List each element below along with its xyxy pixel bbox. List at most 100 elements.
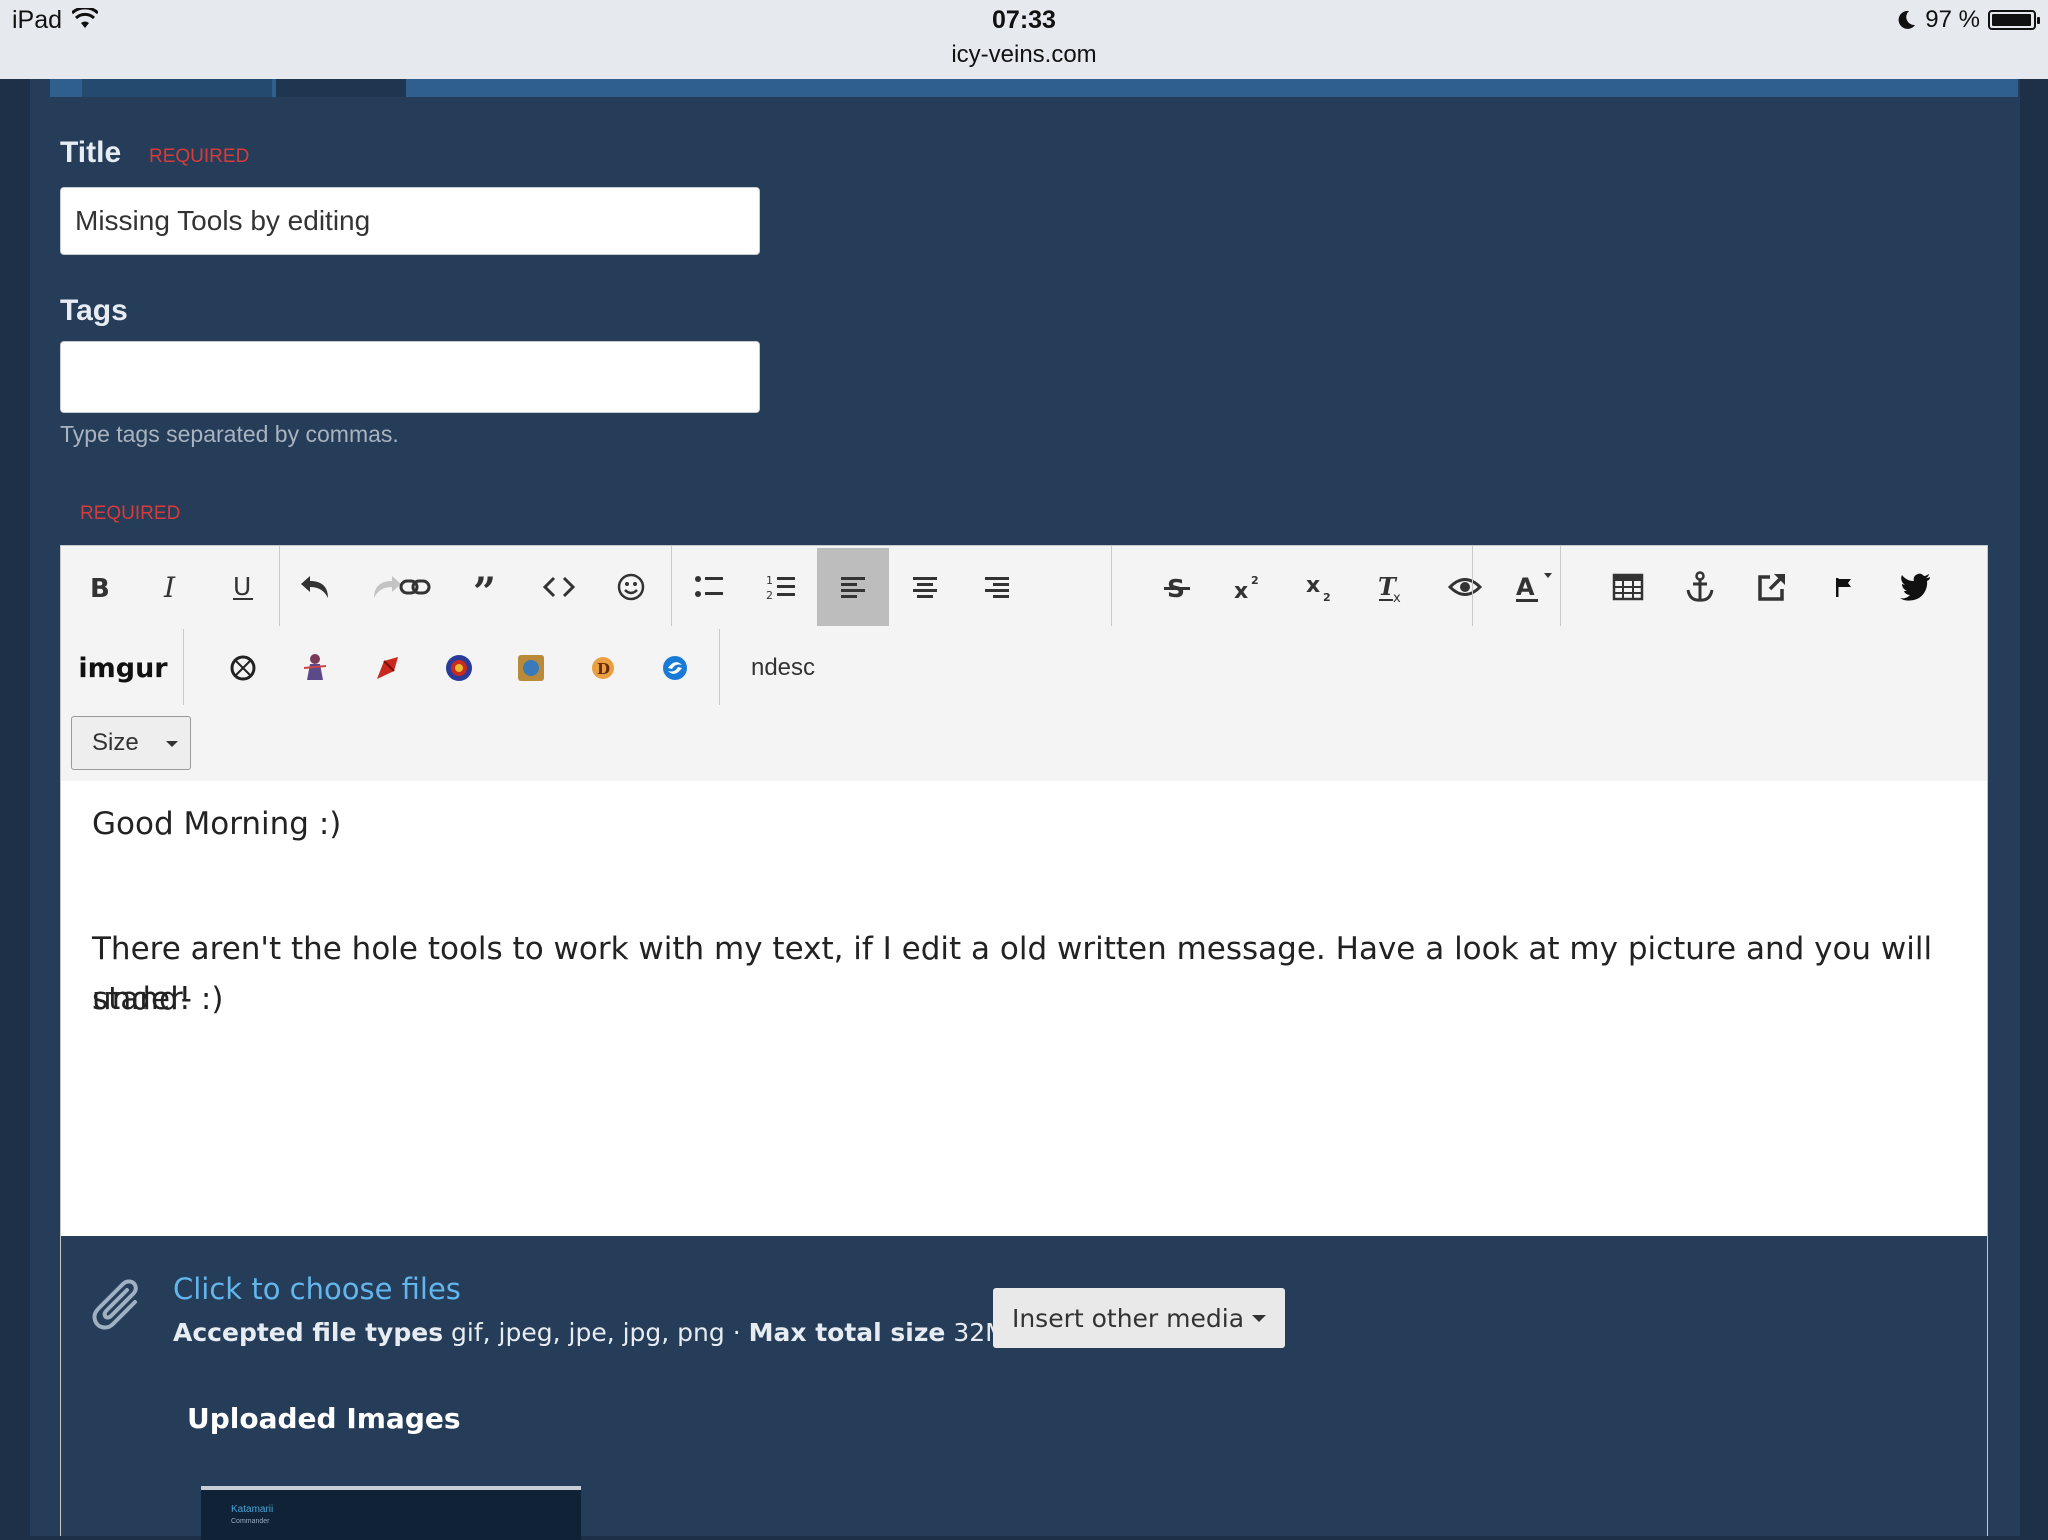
toolbar-row-1: B I U: [63, 548, 423, 626]
tags-input[interactable]: [60, 341, 760, 413]
hearthstone-icon[interactable]: [495, 629, 567, 707]
align-left-icon[interactable]: [817, 548, 889, 626]
bold-icon[interactable]: B: [63, 548, 135, 626]
table-icon[interactable]: [1592, 548, 1664, 626]
post-form-panel: Title REQUIRED Missing Tools by editing …: [30, 79, 2020, 1540]
tags-label: Tags: [60, 294, 128, 327]
toolbar-group-insert: ”: [379, 548, 667, 626]
title-required-badge: REQUIRED: [149, 146, 250, 167]
battery-icon: [1988, 10, 2040, 30]
toolbar-separator: [671, 546, 672, 626]
toolbar-separator: [1560, 546, 1561, 626]
tab-strip: [50, 79, 2018, 97]
undo-icon[interactable]: [279, 548, 351, 626]
svg-text:x: x: [1234, 579, 1248, 602]
svg-text:B: B: [90, 574, 110, 602]
status-right: 97 %: [1895, 6, 2040, 34]
title-input[interactable]: Missing Tools by editing: [60, 187, 760, 255]
strikethrough-icon[interactable]: S: [1141, 548, 1213, 626]
editor-paragraph: stand! :): [92, 981, 224, 1017]
chevron-down-icon: [166, 741, 178, 747]
size-dropdown[interactable]: Size: [71, 716, 191, 770]
tab-content[interactable]: [82, 79, 272, 97]
heroes-icon[interactable]: [279, 629, 351, 707]
numbered-list-icon[interactable]: 12: [745, 548, 817, 626]
ndesc-button[interactable]: ndesc: [723, 629, 843, 707]
ios-status-bar: iPad 07:33 icy-veins.com 97 %: [0, 0, 2048, 79]
attachments-area: Click to choose files Accepted file type…: [61, 1236, 1987, 1540]
toolbar-row-2: imgur: [63, 629, 183, 707]
text-color-icon[interactable]: A: [1504, 548, 1564, 626]
svg-text:”: ”: [473, 572, 496, 602]
accepted-types-label: Accepted file types: [173, 1318, 444, 1347]
title-input-value: Missing Tools by editing: [75, 205, 371, 236]
starcraft-icon[interactable]: [639, 629, 711, 707]
svg-text:A: A: [1516, 573, 1535, 601]
overwatch-icon[interactable]: [207, 629, 279, 707]
quote-icon[interactable]: ”: [451, 548, 523, 626]
paperclip-icon: [92, 1279, 138, 1330]
imgur-button[interactable]: imgur: [63, 629, 183, 707]
uploaded-images-heading: Uploaded Images: [187, 1402, 461, 1435]
superscript-icon[interactable]: x2: [1213, 548, 1285, 626]
chevron-down-icon: [1252, 1314, 1267, 1322]
insert-other-media-button[interactable]: Insert other media: [993, 1288, 1285, 1348]
svg-text:2: 2: [766, 589, 773, 601]
choose-files-link[interactable]: Click to choose files: [173, 1272, 461, 1306]
remove-format-icon[interactable]: Tx: [1357, 548, 1429, 626]
insert-media-label: Insert other media: [1011, 1303, 1245, 1333]
external-link-icon[interactable]: [1736, 548, 1808, 626]
svg-text:I: I: [163, 572, 176, 602]
preview-icon[interactable]: [1429, 548, 1501, 626]
bullet-list-icon[interactable]: [673, 548, 745, 626]
address-bar-url[interactable]: icy-veins.com: [0, 41, 2048, 69]
align-center-icon[interactable]: [889, 548, 961, 626]
accepted-types-value: gif, jpeg, jpe, jpg, png: [451, 1318, 725, 1347]
svg-text:x: x: [1306, 573, 1320, 598]
underline-icon[interactable]: U: [207, 548, 279, 626]
twitter-icon[interactable]: [1880, 548, 1952, 626]
thumb-subtitle: Commander: [231, 1518, 270, 1525]
flag-icon[interactable]: [1808, 548, 1880, 626]
toolbar-group-lists: 12: [673, 548, 1033, 626]
svg-text:U: U: [233, 572, 251, 601]
rich-text-editor: B I U ” 12 S x 2 x 2 T x A imgur D ndesc…: [60, 545, 1988, 1540]
tab-options[interactable]: [276, 79, 406, 97]
editor-toolbar: B I U ” 12 S x 2 x 2 T x A imgur D ndesc…: [61, 546, 1987, 781]
toolbar-separator: [719, 629, 720, 705]
link-icon[interactable]: [379, 548, 451, 626]
clock: 07:33: [992, 6, 1056, 34]
toolbar-separator: [279, 546, 280, 626]
editor-content-area[interactable]: Good Morning :) There aren't the hole to…: [61, 781, 1987, 1236]
toolbar-separator: [1472, 546, 1473, 626]
diablo-icon[interactable]: D: [567, 629, 639, 707]
battery-percent: 97 %: [1925, 6, 1980, 33]
toolbar-separator: [183, 629, 184, 705]
title-label: Title: [60, 136, 122, 169]
svg-text:1: 1: [766, 574, 773, 587]
toolbar-group-color: A: [1504, 548, 1564, 626]
subscript-icon[interactable]: x2: [1285, 548, 1357, 626]
max-size-label: Max total size: [748, 1318, 946, 1347]
italic-icon[interactable]: I: [135, 548, 207, 626]
toolbar-separator: [1111, 546, 1112, 626]
toolbar-group-extra: [1592, 548, 1952, 626]
anchor-icon[interactable]: [1664, 548, 1736, 626]
code-icon[interactable]: [523, 548, 595, 626]
do-not-disturb-icon: [1898, 10, 1916, 29]
content-required-badge: REQUIRED: [80, 503, 181, 524]
thumb-title: Katamarii: [231, 1504, 274, 1515]
toolbar-game-icons: D: [207, 629, 711, 707]
align-right-icon[interactable]: [961, 548, 1033, 626]
svg-text:x: x: [1393, 591, 1401, 603]
warcraft-icon[interactable]: [423, 629, 495, 707]
uploaded-image-thumbnail[interactable]: Katamarii Commander: [201, 1486, 581, 1540]
svg-text:2: 2: [1251, 574, 1259, 587]
emoji-icon[interactable]: [595, 548, 667, 626]
editor-paragraph: There aren't the hole tools to work with…: [92, 931, 1933, 1017]
editor-paragraph: Good Morning :): [92, 806, 342, 842]
wow-icon[interactable]: [351, 629, 423, 707]
tags-hint: Type tags separated by commas.: [60, 421, 399, 447]
svg-text:D: D: [597, 660, 610, 678]
svg-text:2: 2: [1323, 591, 1331, 602]
